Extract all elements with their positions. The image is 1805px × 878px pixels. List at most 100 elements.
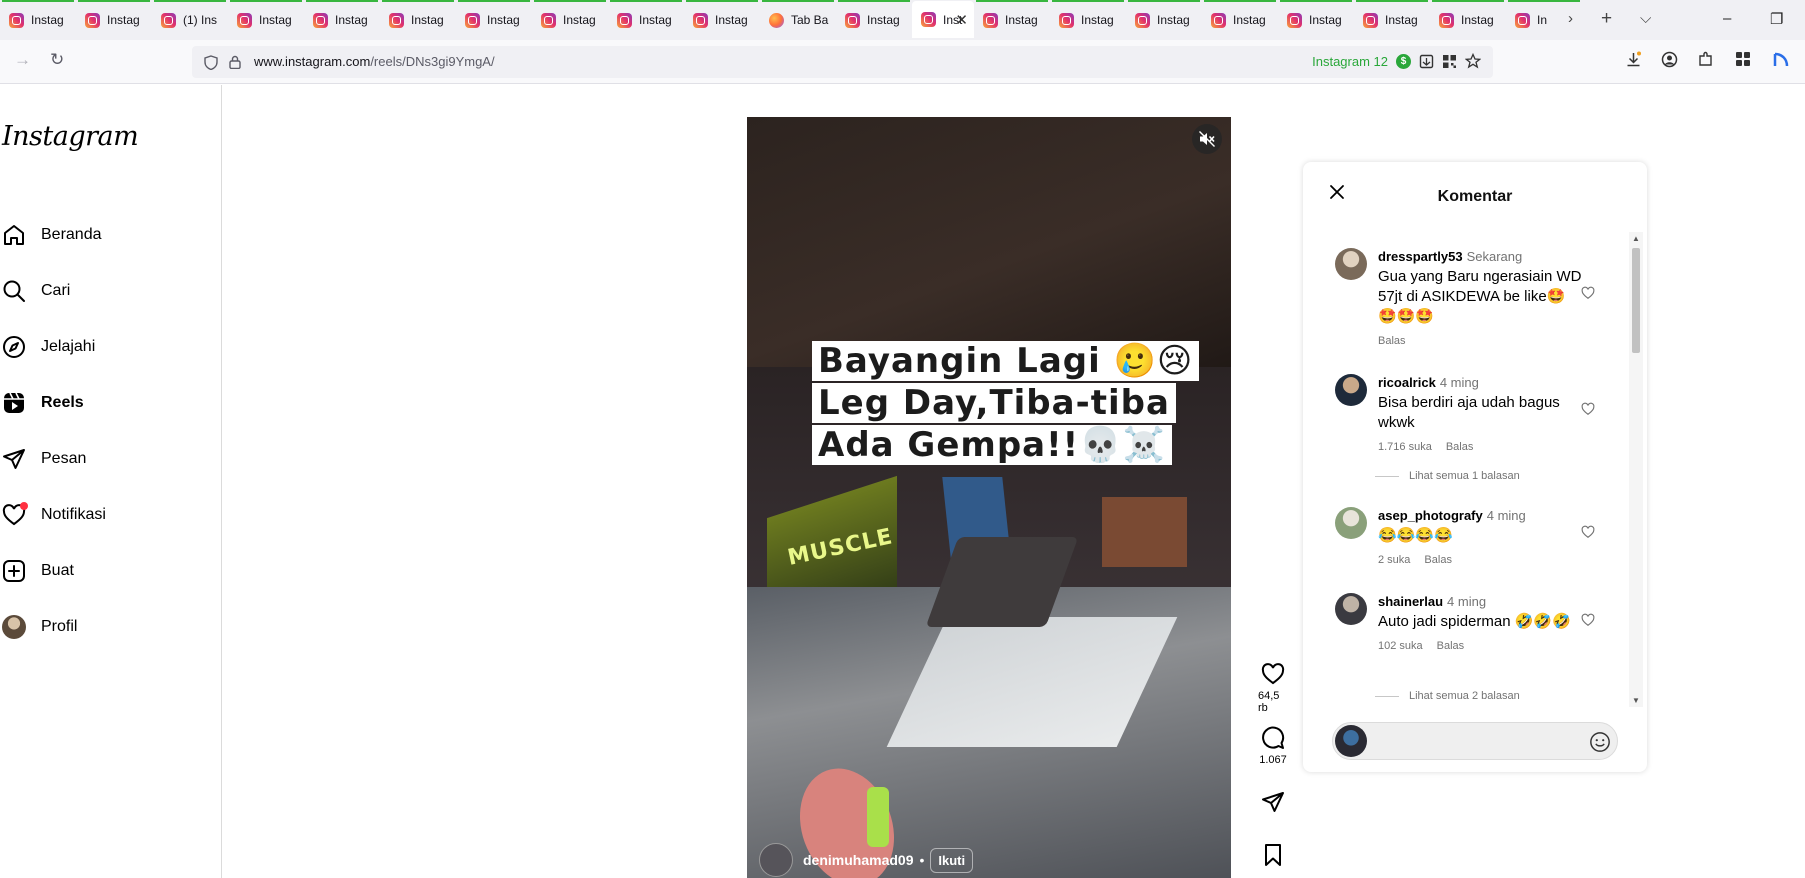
scroll-thumb[interactable] [1632, 248, 1640, 353]
comment-likes[interactable]: 2 suka [1378, 554, 1410, 566]
view-replies-link[interactable]: Lihat semua 1 balasan [1375, 470, 1520, 482]
browser-tab[interactable]: Instag [1050, 0, 1126, 40]
browser-tab[interactable]: Instag [1126, 0, 1202, 40]
send-icon[interactable] [1261, 790, 1285, 814]
browser-tab[interactable]: Instag [1354, 0, 1430, 40]
comment-likes[interactable]: 1.716 suka [1378, 441, 1432, 453]
shield-icon[interactable] [204, 55, 218, 70]
scroll-up-icon[interactable]: ▲ [1632, 234, 1640, 243]
reply-button[interactable]: Balas [1437, 640, 1465, 652]
forward-icon[interactable]: → [14, 50, 31, 70]
instagram-icon [921, 12, 936, 27]
comment-username[interactable]: ricoalrick [1378, 375, 1436, 390]
downloads-icon[interactable] [1625, 51, 1642, 68]
url-host: www.instagram.com [254, 54, 371, 69]
reply-button[interactable]: Balas [1378, 335, 1406, 347]
bookmark-icon[interactable] [1262, 843, 1284, 867]
follow-button[interactable]: Ikuti [930, 847, 974, 873]
browser-tab[interactable]: Instag [1202, 0, 1278, 40]
browser-tab[interactable]: Instag [76, 0, 152, 40]
emoji-icon[interactable] [1589, 731, 1611, 753]
browser-tab[interactable]: Instag [684, 0, 760, 40]
browser-tab[interactable]: (1) Ins [152, 0, 228, 40]
comment-username[interactable]: dresspartly53 [1378, 249, 1463, 264]
minimize-button[interactable]: – [1723, 10, 1731, 27]
comment-icon[interactable] [1261, 726, 1285, 750]
browser-tab[interactable]: Instag [974, 0, 1050, 40]
browser-tab[interactable]: Instag [0, 0, 76, 40]
browser-tab[interactable]: Instag [532, 0, 608, 40]
restore-button[interactable]: ❐ [1770, 10, 1783, 28]
comment-likes[interactable]: 102 suka [1378, 640, 1423, 652]
browser-tab-strip: Instag Instag (1) Ins Instag Instag Instag Ins… [0, 0, 1805, 40]
sidebar-item-cari[interactable]: Cari [0, 271, 220, 311]
my-avatar [1335, 725, 1367, 757]
owner-username[interactable]: denimuhamad09 [803, 852, 913, 868]
tab-list-dropdown-icon[interactable]: ⌵ [1640, 10, 1651, 27]
sidebar-item-jelajahi[interactable]: Jelajahi [0, 327, 220, 367]
browser-tab[interactable]: Instag [836, 0, 912, 40]
extension-badge[interactable]: Instagram 12 [1312, 54, 1388, 69]
browser-tab[interactable]: Instag [380, 0, 456, 40]
reel-video[interactable]: MUSCLE Bayangin Lagi 🥲😢 Leg Day,Tiba-tib… [747, 117, 1231, 878]
reload-icon[interactable]: ↻ [50, 50, 64, 70]
heart-icon[interactable] [1261, 662, 1285, 686]
comment-input[interactable] [1373, 731, 1573, 751]
comment-username[interactable]: asep_photografy [1378, 508, 1483, 523]
comment-like-icon[interactable] [1581, 613, 1595, 627]
comment-list[interactable]: dresspartly53 Sekarang Gua yang Baru nger… [1303, 232, 1647, 707]
sidebar-item-notifikasi[interactable]: Notifikasi [0, 495, 220, 535]
sidebar-item-buat[interactable]: Buat [0, 551, 220, 591]
reply-button[interactable]: Balas [1424, 554, 1452, 566]
apps-grid-icon[interactable] [1735, 51, 1751, 67]
new-tab-button[interactable]: + [1601, 8, 1612, 30]
commenter-avatar[interactable] [1335, 593, 1367, 625]
sidebar-item-profil[interactable]: Profil [0, 607, 220, 647]
account-icon[interactable] [1661, 51, 1678, 68]
owner-avatar[interactable] [759, 843, 793, 877]
commenter-avatar[interactable] [1335, 248, 1367, 280]
extensions-icon[interactable] [1697, 51, 1714, 68]
commenter-avatar[interactable] [1335, 374, 1367, 406]
browser-tab[interactable]: Tab Ba [760, 0, 836, 40]
bookmark-star-icon[interactable] [1465, 53, 1481, 69]
sidebar-item-beranda[interactable]: Beranda [0, 215, 220, 255]
separator-dot: • [919, 852, 925, 868]
sidebar-toggle-icon[interactable] [1772, 51, 1790, 69]
browser-tab[interactable]: Instag [228, 0, 304, 40]
tab-label: Instag [1233, 13, 1266, 27]
comment-like-icon[interactable] [1581, 286, 1595, 300]
instagram-icon [237, 12, 252, 28]
lock-icon[interactable] [229, 55, 241, 69]
comment-text: Bisa berdiri aja udah bagus wkwk [1378, 394, 1560, 431]
instagram-logo[interactable]: Instagram [2, 121, 139, 152]
view-replies-link[interactable]: Lihat semua 2 balasan [1375, 690, 1520, 702]
reply-button[interactable]: Balas [1446, 441, 1474, 453]
sidebar-item-reels[interactable]: Reels [0, 383, 220, 423]
browser-tab[interactable]: Instag [456, 0, 532, 40]
browser-tab[interactable]: Instag [1278, 0, 1354, 40]
compass-icon [0, 333, 28, 361]
browser-tab[interactable]: Instag [608, 0, 684, 40]
tab-label: (1) Ins [183, 13, 218, 27]
instagram-icon [1059, 12, 1074, 28]
mute-button[interactable] [1192, 124, 1222, 154]
comments-scrollbar[interactable]: ▲ ▼ [1629, 232, 1643, 707]
url-text[interactable]: www.instagram.com/reels/DNs3gi9YmgA/ [254, 54, 495, 69]
url-bar[interactable]: www.instagram.com/reels/DNs3gi9YmgA/ Ins… [192, 46, 1493, 78]
commenter-avatar[interactable] [1335, 507, 1367, 539]
tab-scroll-right-icon[interactable]: › [1568, 10, 1573, 27]
sidebar-item-pesan[interactable]: Pesan [0, 439, 220, 479]
browser-tab[interactable]: Instag [304, 0, 380, 40]
comment-input-bar [1332, 722, 1618, 760]
reader-view-icon[interactable] [1419, 54, 1434, 69]
browser-tab-active[interactable]: Inst ✕ [912, 1, 974, 38]
browser-tab[interactable]: Instag [1430, 0, 1506, 40]
comment-like-icon[interactable] [1581, 402, 1595, 416]
close-tab-icon[interactable]: ✕ [955, 11, 968, 29]
comment-text: Gua yang Baru ngerasiain WD 57jt di ASIK… [1378, 268, 1582, 325]
scroll-down-icon[interactable]: ▼ [1632, 696, 1640, 705]
comment-username[interactable]: shainerlau [1378, 594, 1443, 609]
qr-code-icon[interactable] [1442, 54, 1457, 69]
comment-like-icon[interactable] [1581, 525, 1595, 539]
